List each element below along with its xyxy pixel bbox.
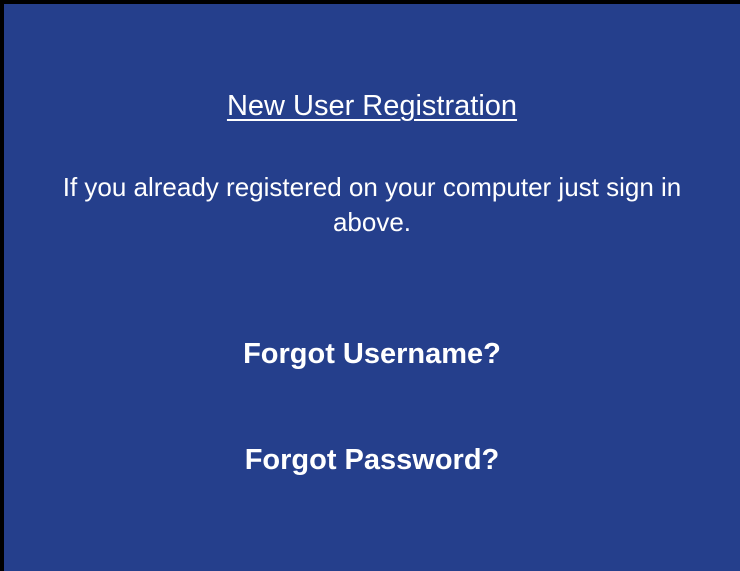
sign-in-info-text: If you already registered on your comput… [62,172,682,237]
forgot-password-link[interactable]: Forgot Password? [4,440,740,480]
new-user-registration-link[interactable]: New User Registration [4,86,740,126]
forgot-username-link[interactable]: Forgot Username? [4,334,740,374]
registration-panel: New User Registration If you already reg… [4,4,740,571]
